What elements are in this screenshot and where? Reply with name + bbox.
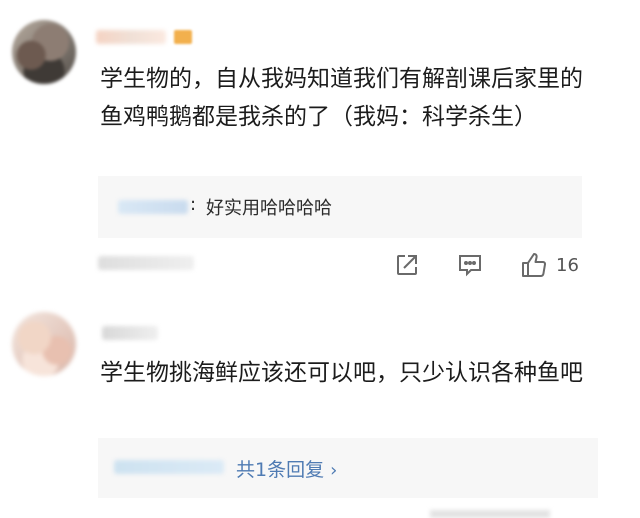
reply-username-blurred <box>114 460 224 474</box>
chevron-right-icon: › <box>330 460 338 481</box>
reply-colon: : <box>190 194 197 215</box>
timestamp-blurred <box>98 256 194 270</box>
comment-button[interactable] <box>456 250 484 280</box>
username-blurred[interactable] <box>96 30 166 44</box>
user-badge-icon <box>174 30 192 44</box>
username-blurred[interactable] <box>102 326 158 340</box>
view-replies-label: 共1条回复 <box>236 459 325 481</box>
avatar[interactable] <box>12 312 76 376</box>
like-count: 16 <box>556 254 579 276</box>
share-icon <box>394 252 420 278</box>
view-replies-link[interactable]: 共1条回复 › <box>236 455 337 482</box>
comment-text: 学生物的，自从我妈知道我们有解剖课后家里的鱼鸡鸭鹅都是我杀的了（我妈：科学杀生） <box>100 66 583 130</box>
avatar[interactable] <box>12 20 76 84</box>
like-button[interactable]: 16 <box>520 250 579 280</box>
replies-summary[interactable]: 共1条回复 › <box>98 438 598 498</box>
reply-text: 好实用哈哈哈哈 <box>206 198 332 219</box>
reply-preview[interactable]: : 好实用哈哈哈哈 <box>98 176 582 238</box>
reply-username-blurred[interactable] <box>118 200 188 214</box>
comment-text: 学生物挑海鲜应该还可以吧，只少认识各种鱼吧 <box>100 360 583 386</box>
thumbs-up-icon <box>520 251 548 279</box>
share-button[interactable] <box>394 250 420 280</box>
cropped-content <box>430 510 550 518</box>
comment-icon <box>456 252 484 278</box>
